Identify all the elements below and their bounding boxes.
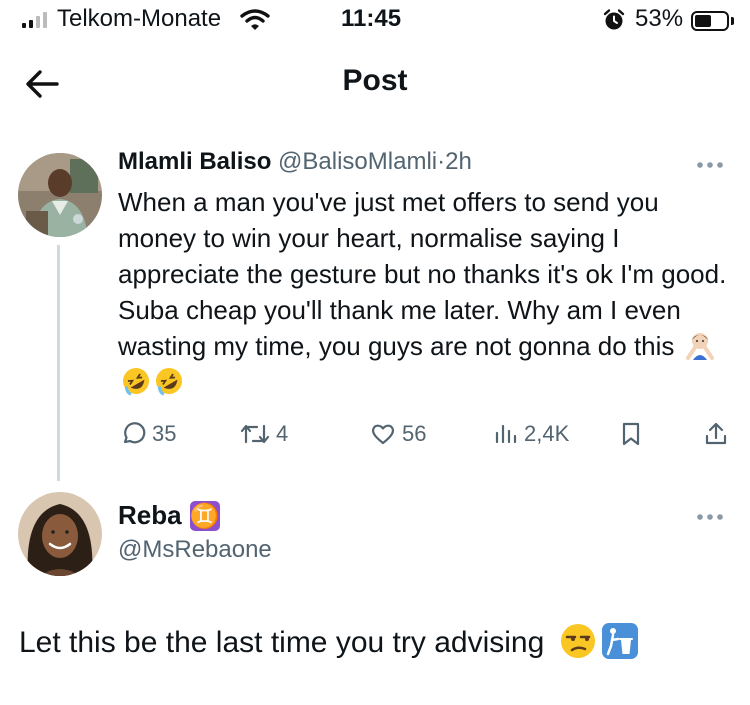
person-gesturing-no-emoji: [685, 333, 714, 360]
battery-level: [695, 15, 711, 27]
separator: ·: [437, 148, 446, 175]
views-button[interactable]: 2,4K: [494, 419, 569, 449]
tweet-text: When a man you've just met offers to sen…: [118, 184, 738, 400]
reply-text-content: Let this be the last time you try advisi…: [19, 626, 545, 659]
clock: 11:45: [341, 5, 402, 32]
share-button[interactable]: [704, 419, 728, 449]
share-icon: [705, 422, 727, 445]
reply-author: Reba ♊: [118, 500, 220, 531]
unamused-face-emoji: [560, 624, 595, 658]
like-button[interactable]: 56: [370, 419, 426, 449]
tweet-text-content: When a man you've just met offers to sen…: [118, 187, 727, 361]
repost-button[interactable]: 4: [240, 419, 288, 449]
views-chart-icon: [495, 424, 517, 444]
battery-tip: [731, 17, 734, 25]
repost-icon: [240, 424, 270, 444]
put-litter-in-its-place-emoji: [601, 623, 638, 659]
page-title: Post: [342, 64, 408, 97]
author-name[interactable]: Mlamli Baliso: [118, 148, 271, 175]
repost-count: 4: [276, 421, 289, 446]
bookmark-button[interactable]: [620, 419, 642, 449]
avatar-photo: [18, 492, 102, 576]
signal-icon: [22, 12, 47, 28]
status-bar: Telkom-Monate 11:45 53%: [0, 0, 750, 44]
like-count: 56: [402, 421, 427, 446]
reply-button[interactable]: 35: [120, 419, 176, 449]
heart-icon: [371, 424, 395, 445]
rolling-on-floor-laughing-emoji: [156, 368, 182, 396]
avatar-photo: [18, 153, 102, 237]
view-count: 2,4K: [524, 421, 570, 446]
reply-text: Let this be the last time you try advisi…: [19, 622, 639, 660]
rolling-on-floor-laughing-emoji: [123, 368, 149, 396]
avatar[interactable]: [18, 153, 102, 237]
reply-author-handle[interactable]: @MsRebaone: [118, 536, 272, 564]
carrier-name: Telkom-Monate: [57, 5, 222, 32]
bookmark-icon: [622, 422, 640, 446]
more-options-icon[interactable]: [695, 512, 725, 522]
more-options-icon[interactable]: [695, 160, 725, 170]
reply-author-name[interactable]: Reba: [118, 500, 182, 531]
gemini-badge: ♊: [189, 500, 220, 531]
reply-count: 35: [152, 421, 177, 446]
timestamp[interactable]: 2h: [445, 148, 472, 175]
reply-icon: [123, 422, 146, 444]
thread-line: [57, 245, 60, 481]
author-handle[interactable]: @BalisoMlamli: [278, 148, 437, 175]
battery-percent: 53%: [635, 5, 684, 32]
wifi-icon: [240, 9, 270, 30]
alarm-icon: [603, 9, 625, 30]
tweet-header: Mlamli Baliso @BalisoMlamli·2h: [118, 148, 472, 176]
avatar[interactable]: [18, 492, 102, 576]
battery-icon: [691, 11, 729, 31]
